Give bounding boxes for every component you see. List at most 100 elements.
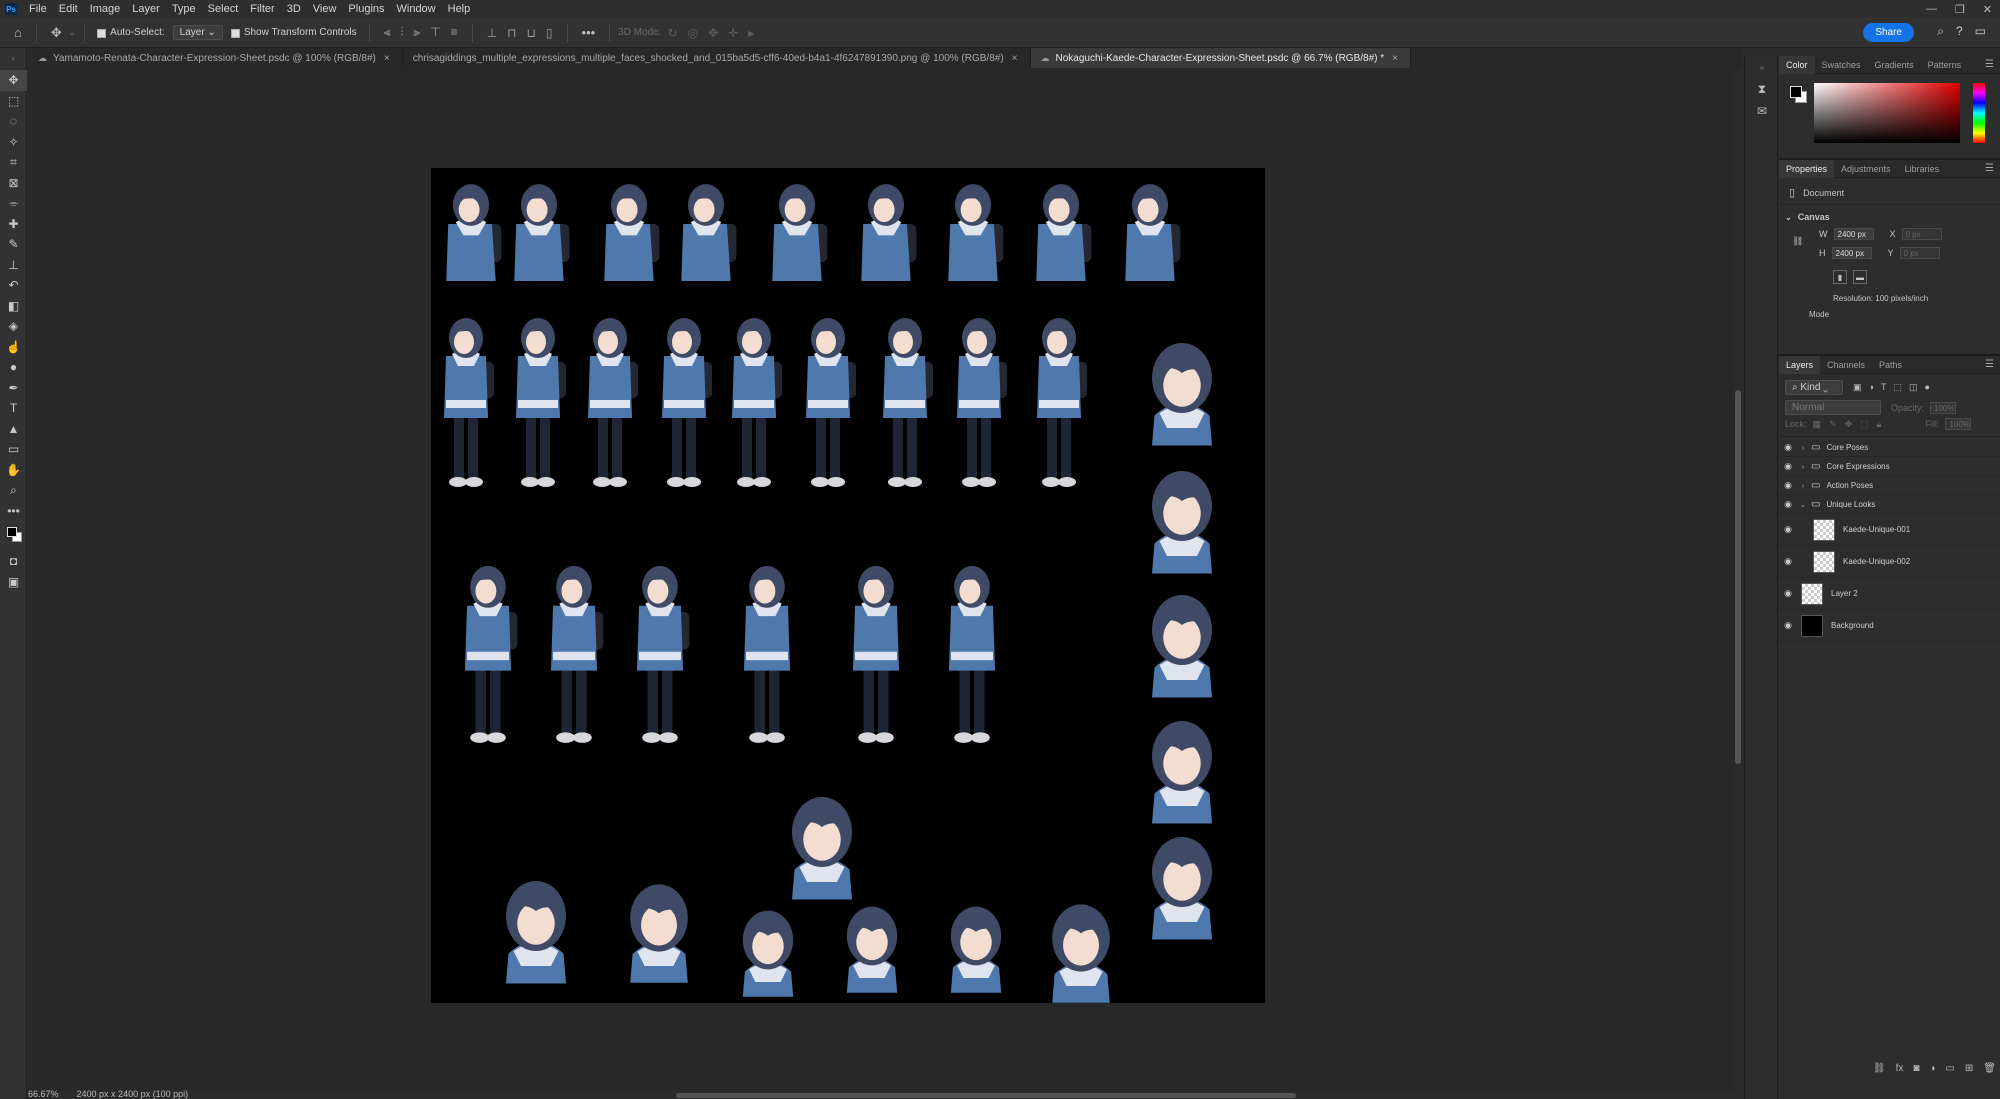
move-tool-icon[interactable]: ✥ (0, 70, 27, 91)
blend-mode-dropdown[interactable]: Normal (1785, 400, 1881, 415)
auto-select-checkbox[interactable]: Auto-Select: (97, 27, 165, 38)
lock-transparent-icon[interactable]: ▦ (1813, 419, 1822, 430)
auto-select-dropdown[interactable]: Layer ⌄ (172, 25, 223, 40)
landscape-icon[interactable]: ▬ (1853, 270, 1867, 284)
tab-layers[interactable]: Layers (1779, 355, 1821, 374)
toolbar-collapse-icon[interactable]: » (0, 48, 26, 70)
move-tool-icon[interactable]: ✥ (51, 25, 62, 41)
search-icon[interactable]: ⌕ (1937, 24, 1944, 39)
comments-icon[interactable]: ✉ (1745, 100, 1779, 122)
tab-libraries[interactable]: Libraries (1898, 160, 1947, 178)
visibility-eye-icon[interactable]: ◉ (1779, 588, 1797, 599)
slide-icon[interactable]: ✛ (728, 26, 738, 40)
tab-nokaguchi[interactable]: ☁ Nokaguchi-Kaede-Character-Expression-S… (1030, 48, 1411, 68)
more-options-icon[interactable]: ••• (582, 25, 596, 40)
lock-pixels-icon[interactable]: ✎ (1829, 419, 1837, 430)
panel-menu-icon[interactable]: ☰ (1985, 59, 1994, 70)
lasso-tool-icon[interactable]: ◌ (0, 111, 27, 132)
x-field[interactable]: 0 px (1901, 228, 1942, 240)
fill-field[interactable]: 100% (1945, 418, 1972, 430)
healing-brush-tool-icon[interactable]: ✚ (0, 214, 27, 235)
lock-position-icon[interactable]: ✥ (1845, 419, 1853, 430)
menu-window[interactable]: Window (391, 0, 442, 18)
lock-all-icon[interactable]: 🔒︎ (1877, 419, 1882, 430)
tab-yamamoto[interactable]: ☁ Yamamoto-Renata-Character-Expression-S… (28, 48, 403, 68)
filter-toggle-icon[interactable]: ● (1924, 382, 1929, 393)
pen-tool-icon[interactable]: ✒ (0, 378, 27, 399)
width-field[interactable]: 2400 px (1833, 228, 1874, 240)
align-right-icon[interactable]: ⫸ (413, 25, 420, 40)
hand-tool-icon[interactable]: ✋ (0, 460, 27, 481)
layer-group-unique-looks[interactable]: ◉ ⌄ ▭ Unique Looks (1779, 495, 2000, 514)
layer-group-core-poses[interactable]: ◉ › ▭ Core Poses (1779, 438, 2000, 457)
share-button[interactable]: Share (1863, 23, 1914, 42)
eyedropper-tool-icon[interactable]: ⌯ (0, 193, 27, 214)
canvas-section[interactable]: ⌄ Canvas (1785, 212, 1830, 222)
zoom-tool-icon[interactable]: ⌕ (0, 480, 27, 501)
horizontal-scroll-thumb[interactable] (676, 1093, 1296, 1098)
foreground-color-swatch[interactable] (1790, 86, 1802, 98)
align-vcenter-icon[interactable]: ⊓ (507, 26, 516, 40)
align-vbottom-icon[interactable]: ⊔ (527, 26, 536, 40)
distribute-icon[interactable]: ≡ (451, 25, 458, 40)
visibility-eye-icon[interactable]: ◉ (1779, 556, 1797, 567)
tab-swatches[interactable]: Swatches (1815, 56, 1868, 74)
align-center-icon[interactable]: ⫶ (400, 25, 403, 40)
history-brush-tool-icon[interactable]: ↶ (0, 275, 27, 296)
menu-image[interactable]: Image (84, 0, 127, 18)
orbit-icon[interactable]: ↻ (668, 26, 678, 40)
eraser-tool-icon[interactable]: ◧ (0, 296, 27, 317)
fx-icon[interactable]: fx (1896, 1063, 1904, 1074)
tab-patterns[interactable]: Patterns (1921, 56, 1969, 74)
y-field[interactable]: 0 px (1899, 247, 1940, 259)
layer-kaede-unique-002[interactable]: ◉ Kaede-Unique-002 (1779, 546, 2000, 578)
tab-gradients[interactable]: Gradients (1868, 56, 1921, 74)
visibility-eye-icon[interactable]: ◉ (1779, 620, 1797, 631)
edit-toolbar-icon[interactable]: ••• (0, 501, 27, 522)
filter-pixel-icon[interactable]: ▣ (1853, 382, 1862, 393)
layer-layer-2[interactable]: ◉ Layer 2 (1779, 578, 2000, 610)
visibility-eye-icon[interactable]: ◉ (1779, 461, 1797, 472)
distribute-v-icon[interactable]: ▯ (546, 26, 553, 40)
close-icon[interactable]: × (1012, 53, 1018, 64)
brush-tool-icon[interactable]: ✎ (0, 234, 27, 255)
tab-chrisagiddings[interactable]: chrisagiddings_multiple_expressions_mult… (403, 48, 1031, 68)
visibility-eye-icon[interactable]: ◉ (1779, 442, 1797, 453)
layer-kaede-unique-001[interactable]: ◉ Kaede-Unique-001 (1779, 514, 2000, 546)
layer-background[interactable]: ◉ Background (1779, 610, 2000, 642)
chevron-down-icon[interactable]: ⌄ (1797, 500, 1809, 509)
filter-kind-dropdown[interactable]: ⌕ Kind ⌄ (1785, 380, 1843, 395)
height-field[interactable]: 2400 px (1831, 247, 1872, 259)
menu-view[interactable]: View (307, 0, 343, 18)
tab-color[interactable]: Color (1779, 55, 1815, 74)
path-selection-tool-icon[interactable]: ▲ (0, 419, 27, 440)
visibility-eye-icon[interactable]: ◉ (1779, 499, 1797, 510)
show-transform-checkbox[interactable]: Show Transform Controls (230, 27, 357, 38)
align-left-icon[interactable]: ⫷ (384, 25, 391, 40)
menu-plugins[interactable]: Plugins (342, 0, 390, 18)
help-icon[interactable]: ? (1956, 24, 1963, 39)
zoom-level[interactable]: 66.67% (28, 1089, 59, 1099)
filter-adjustment-icon[interactable]: ◑ (1869, 382, 1874, 393)
workspace-icon[interactable]: ▭ (1975, 24, 1986, 39)
menu-3d[interactable]: 3D (281, 0, 307, 18)
tool-preset-chevron-icon[interactable]: ⌄ (68, 27, 76, 38)
strip-collapse-icon[interactable]: « (1745, 56, 1779, 78)
visibility-eye-icon[interactable]: ◉ (1779, 524, 1797, 535)
pan-icon[interactable]: ✥ (708, 26, 718, 40)
align-top-icon[interactable]: ⊤ (430, 25, 440, 40)
tab-properties[interactable]: Properties (1779, 159, 1835, 178)
new-layer-icon[interactable]: ⊞ (1965, 1063, 1973, 1074)
portrait-icon[interactable]: ▮ (1833, 270, 1847, 284)
vertical-scroll-thumb[interactable] (1735, 390, 1741, 764)
menu-file[interactable]: File (23, 0, 53, 18)
link-layers-icon[interactable]: ⛓ (1873, 1063, 1886, 1074)
tab-adjustments[interactable]: Adjustments (1834, 160, 1898, 178)
type-tool-icon[interactable]: T (0, 398, 27, 419)
tab-paths[interactable]: Paths (1872, 356, 1909, 374)
hue-slider[interactable] (1973, 83, 1985, 143)
menu-edit[interactable]: Edit (53, 0, 84, 18)
filter-type-icon[interactable]: T (1881, 382, 1887, 393)
lock-artboard-icon[interactable]: ⬚ (1860, 419, 1869, 430)
chevron-right-icon[interactable]: › (1797, 481, 1809, 490)
